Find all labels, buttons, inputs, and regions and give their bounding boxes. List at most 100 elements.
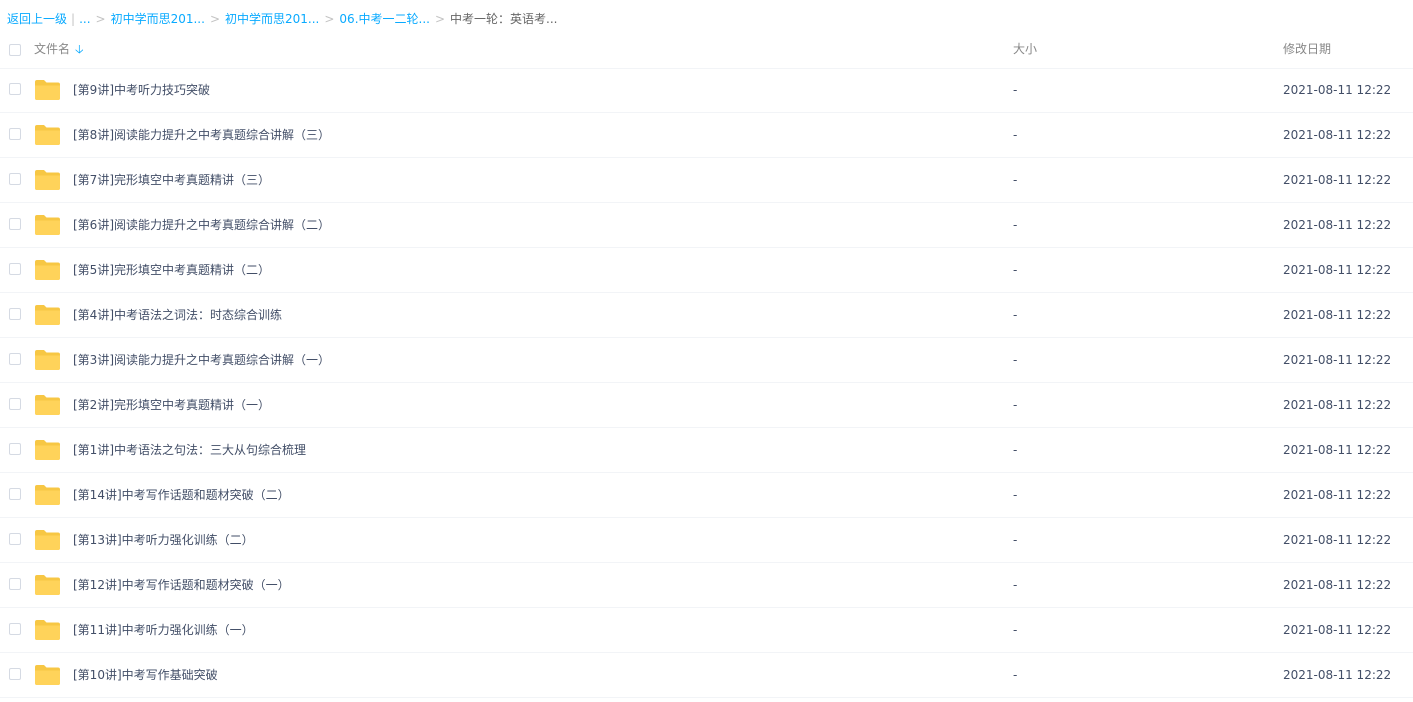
folder-icon (35, 575, 60, 595)
modified-date: 2021-08-11 12:22 (1283, 668, 1392, 682)
folder-icon (35, 395, 60, 415)
file-name[interactable]: [第3讲]阅读能力提升之中考真题综合讲解（一） (73, 352, 330, 368)
folder-icon (35, 125, 60, 145)
folder-icon (35, 350, 60, 370)
row-checkbox[interactable] (9, 398, 21, 410)
modified-date: 2021-08-11 12:22 (1283, 173, 1392, 187)
folder-icon (35, 170, 60, 190)
folder-icon (35, 80, 60, 100)
file-list: [第9讲]中考听力技巧突破 -2021-08-11 12:22 [第8讲]阅读能力提… (0, 68, 1413, 698)
row-checkbox[interactable] (9, 128, 21, 140)
row-checkbox[interactable] (9, 578, 21, 590)
file-name[interactable]: [第14讲]中考写作话题和题材突破（二） (73, 487, 290, 503)
file-name[interactable]: [第6讲]阅读能力提升之中考真题综合讲解（二） (73, 217, 330, 233)
modified-date: 2021-08-11 12:22 (1283, 308, 1392, 322)
table-row[interactable]: [第1讲]中考语法之句法：三大从句综合梳理 - 2021-08-11 12:22 (0, 428, 1413, 473)
file-name[interactable]: [第9讲]中考听力技巧突破 (73, 82, 210, 98)
breadcrumb-item[interactable]: 初中学而思201... (225, 11, 319, 27)
table-row[interactable]: [第6讲]阅读能力提升之中考真题综合讲解（二） - 2021-08-11 12:22 (0, 203, 1413, 248)
file-size: - (1013, 578, 1018, 592)
file-size: - (1013, 533, 1018, 547)
file-name[interactable]: [第1讲]中考语法之句法：三大从句综合梳理 (73, 442, 306, 458)
file-name[interactable]: [第5讲]完形填空中考真题精讲（二） (73, 262, 270, 278)
file-name[interactable]: [第13讲]中考听力强化训练（二） (73, 532, 254, 548)
modified-date: 2021-08-11 12:22 (1283, 533, 1392, 547)
folder-icon (35, 215, 60, 235)
chevron-right-icon: > (324, 12, 335, 26)
chevron-right-icon: > (209, 12, 220, 26)
modified-date: 2021-08-11 12:22 (1283, 263, 1392, 277)
row-checkbox[interactable] (9, 443, 21, 455)
row-checkbox[interactable] (9, 83, 21, 95)
file-name[interactable]: [第12讲]中考写作话题和题材突破（一） (73, 577, 290, 593)
modified-date: 2021-08-11 12:22 (1283, 578, 1392, 592)
row-checkbox[interactable] (9, 623, 21, 635)
back-link[interactable]: 返回上一级 (7, 11, 67, 27)
column-header-size[interactable]: 大小 (1013, 41, 1037, 57)
file-size: - (1013, 128, 1018, 142)
folder-icon (35, 440, 60, 460)
file-name[interactable]: [第2讲]完形填空中考真题精讲（一） (73, 397, 270, 413)
arrow-down-icon[interactable]: 🡣 (75, 41, 84, 57)
breadcrumb-item[interactable]: 06.中考一二轮... (339, 11, 430, 27)
file-name[interactable]: [第7讲]完形填空中考真题精讲（三） (73, 172, 270, 188)
folder-icon (35, 485, 60, 505)
table-row[interactable]: [第2讲]完形填空中考真题精讲（一） - 2021-08-11 12:22 (0, 383, 1413, 428)
folder-icon (35, 620, 60, 640)
breadcrumb-ellipsis[interactable]: ... (79, 11, 90, 27)
table-row[interactable]: [第9讲]中考听力技巧突破 - 2021-08-11 12:22 (0, 68, 1413, 113)
chevron-right-icon: > (95, 12, 106, 26)
column-header-name[interactable]: 文件名 🡣 (34, 41, 84, 57)
folder-icon (35, 260, 60, 280)
modified-date: 2021-08-11 12:22 (1283, 128, 1392, 142)
breadcrumb-current: 中考一轮：英语考... (450, 12, 558, 26)
file-size: - (1013, 173, 1018, 187)
folder-icon (35, 530, 60, 550)
file-size: - (1013, 308, 1018, 322)
column-header-date[interactable]: 修改日期 (1283, 41, 1331, 57)
file-size: - (1013, 398, 1018, 412)
table-header: 文件名 🡣 大小 修改日期 (0, 33, 1413, 69)
column-header-name-label: 文件名 (34, 42, 71, 56)
chevron-right-icon: > (434, 12, 446, 26)
row-checkbox[interactable] (9, 668, 21, 680)
select-all-checkbox[interactable] (9, 44, 21, 56)
file-size: - (1013, 443, 1018, 457)
row-checkbox[interactable] (9, 533, 21, 545)
row-checkbox[interactable] (9, 308, 21, 320)
table-row[interactable]: [第12讲]中考写作话题和题材突破（一） - 2021-08-11 12:22 (0, 563, 1413, 608)
file-name[interactable]: [第10讲]中考写作基础突破 (73, 667, 218, 683)
file-size: - (1013, 83, 1018, 97)
modified-date: 2021-08-11 12:22 (1283, 488, 1392, 502)
modified-date: 2021-08-11 12:22 (1283, 353, 1392, 367)
table-row[interactable]: [第3讲]阅读能力提升之中考真题综合讲解（一） - 2021-08-11 12:22 (0, 338, 1413, 383)
file-size: - (1013, 668, 1018, 682)
table-row[interactable]: [第4讲]中考语法之词法：时态综合训练 - 2021-08-11 12:22 (0, 293, 1413, 338)
breadcrumb: 返回上一级 | ... > 初中学而思201... > 初中学而思201... … (7, 11, 557, 27)
row-checkbox[interactable] (9, 173, 21, 185)
table-row[interactable]: [第10讲]中考写作基础突破 - 2021-08-11 12:22 (0, 653, 1413, 698)
file-name[interactable]: [第4讲]中考语法之词法：时态综合训练 (73, 307, 282, 323)
modified-date: 2021-08-11 12:22 (1283, 218, 1392, 232)
row-checkbox[interactable] (9, 218, 21, 230)
file-size: - (1013, 263, 1018, 277)
table-row[interactable]: [第8讲]阅读能力提升之中考真题综合讲解（三） - 2021-08-11 12:22 (0, 113, 1413, 158)
file-size: - (1013, 623, 1018, 637)
breadcrumb-item[interactable]: 初中学而思201... (111, 11, 205, 27)
file-size: - (1013, 218, 1018, 232)
row-checkbox[interactable] (9, 353, 21, 365)
breadcrumb-divider: | (71, 12, 76, 26)
row-checkbox[interactable] (9, 263, 21, 275)
table-row[interactable]: [第14讲]中考写作话题和题材突破（二） - 2021-08-11 12:22 (0, 473, 1413, 518)
table-row[interactable]: [第5讲]完形填空中考真题精讲（二） - 2021-08-11 12:22 (0, 248, 1413, 293)
file-name[interactable]: [第8讲]阅读能力提升之中考真题综合讲解（三） (73, 127, 330, 143)
file-name[interactable]: [第11讲]中考听力强化训练（一） (73, 622, 254, 638)
modified-date: 2021-08-11 12:22 (1283, 623, 1392, 637)
row-checkbox[interactable] (9, 488, 21, 500)
file-size: - (1013, 353, 1018, 367)
table-row[interactable]: [第7讲]完形填空中考真题精讲（三） - 2021-08-11 12:22 (0, 158, 1413, 203)
table-row[interactable]: [第11讲]中考听力强化训练（一） - 2021-08-11 12:22 (0, 608, 1413, 653)
file-size: - (1013, 488, 1018, 502)
modified-date: 2021-08-11 12:22 (1283, 398, 1392, 412)
table-row[interactable]: [第13讲]中考听力强化训练（二） - 2021-08-11 12:22 (0, 518, 1413, 563)
